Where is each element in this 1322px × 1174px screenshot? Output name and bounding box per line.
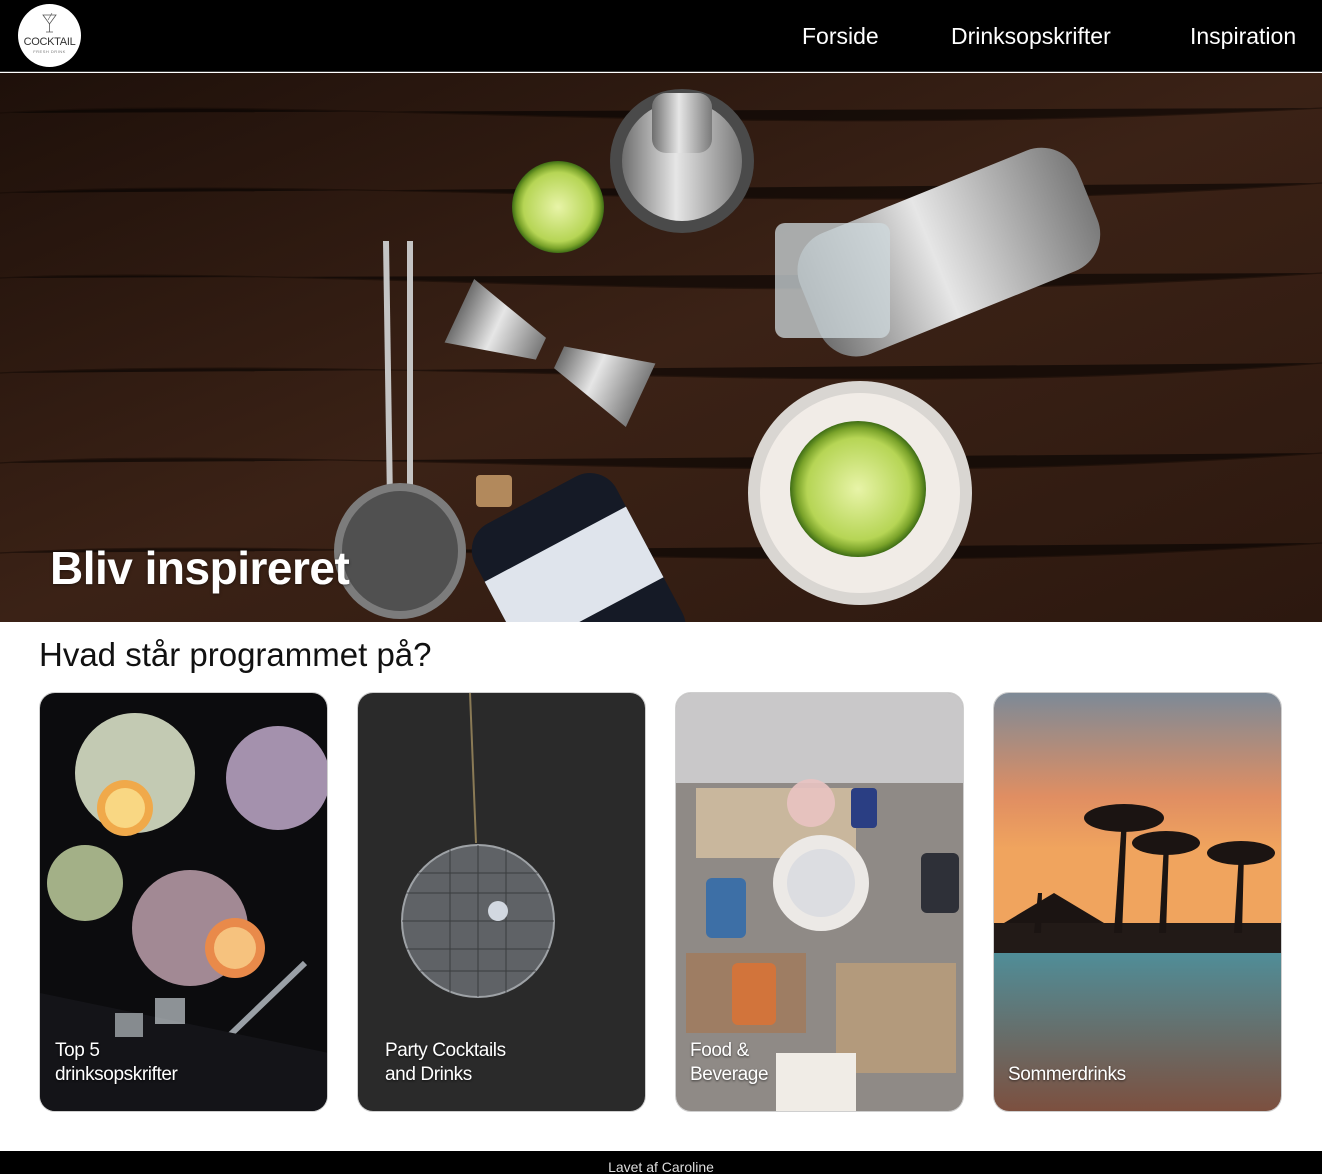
footer: Lavet af Caroline — [0, 1151, 1322, 1174]
card-top5-drinks[interactable]: Top 5 drinksopskrifter — [39, 692, 328, 1112]
logo-text: COCKTAIL — [23, 36, 76, 48]
card-label-line1: Top 5 — [55, 1040, 100, 1061]
section-title: Hvad står programmet på? — [39, 636, 432, 673]
card-label-line2: Beverage — [690, 1064, 769, 1085]
logo-subtext: FRESH DRINK — [33, 49, 66, 54]
cocktail-glass-icon — [42, 13, 57, 33]
card-label: Sommerdrinks — [1008, 1063, 1208, 1087]
nav-link-inspiration[interactable]: Inspiration — [1190, 0, 1296, 72]
card-label-line1: Sommerdrinks — [1008, 1064, 1126, 1085]
card-sommerdrinks[interactable]: Sommerdrinks — [993, 692, 1282, 1112]
card-label-line1: Party Cocktails — [385, 1040, 506, 1061]
tropical-sunset-pool-image — [994, 693, 1281, 1111]
card-label-line1: Food & — [690, 1040, 749, 1061]
card-label-line2: and Drinks — [385, 1064, 472, 1085]
hero-banner: Bliv inspireret — [0, 73, 1322, 622]
card-label-line2: drinksopskrifter — [55, 1064, 178, 1085]
hero-bar-tools-image — [0, 73, 1322, 622]
top-navigation-bar: COCKTAIL FRESH DRINK Forside Drinksopskr… — [0, 0, 1322, 72]
card-food-beverage[interactable]: Food & Beverage — [675, 692, 964, 1112]
footer-credit: Lavet af Caroline — [608, 1159, 714, 1174]
nav-link-drinksopskrifter[interactable]: Drinksopskrifter — [951, 0, 1111, 72]
nav-link-forside[interactable]: Forside — [802, 0, 879, 72]
cocktail-logo[interactable]: COCKTAIL FRESH DRINK — [18, 4, 81, 67]
card-party-cocktails[interactable]: Party Cocktails and Drinks — [357, 692, 646, 1112]
card-label: Party Cocktails and Drinks — [385, 1039, 585, 1087]
hero-title: Bliv inspireret — [50, 542, 350, 594]
card-label: Food & Beverage — [690, 1039, 810, 1087]
card-label: Top 5 drinksopskrifter — [55, 1039, 255, 1087]
